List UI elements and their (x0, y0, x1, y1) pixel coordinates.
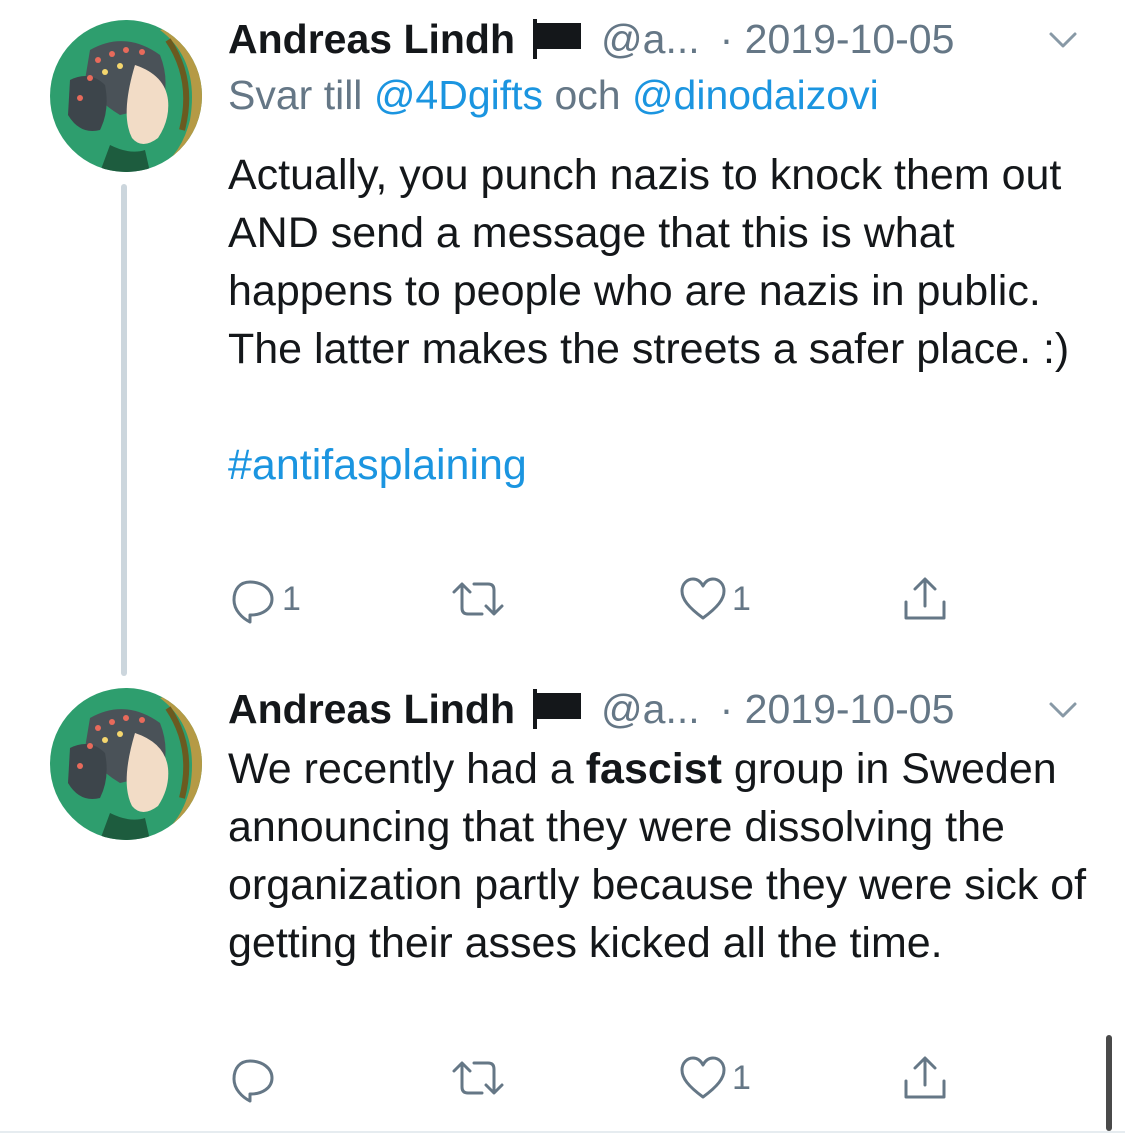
like-icon (680, 577, 726, 620)
hashtag-link[interactable]: #antifasplaining (228, 436, 1088, 494)
mention-link[interactable]: @dinodaizovi (632, 72, 879, 118)
tweet-body-start: We recently had a (228, 745, 586, 793)
tweet-date[interactable]: · 2019-10-05 (720, 16, 955, 63)
chevron-down-icon[interactable] (1045, 22, 1081, 58)
share-icon (904, 577, 946, 620)
reply-count: 1 (282, 579, 301, 618)
retweet-button[interactable] (450, 574, 506, 624)
reply-button[interactable] (228, 1053, 278, 1103)
avatar[interactable] (50, 688, 202, 840)
divider (0, 1131, 1125, 1133)
reply-prefix: Svar till (228, 72, 374, 118)
reply-icon (232, 1059, 274, 1103)
retweet-icon (452, 1061, 504, 1095)
author-name[interactable]: Andreas Lindh (228, 16, 515, 63)
author-handle[interactable]: @a... (601, 686, 700, 733)
tweet-header: Andreas Lindh @a... · 2019-10-05 (228, 684, 954, 734)
tweet-1[interactable]: Andreas Lindh @a... · 2019-10-05 Svar ti… (0, 0, 1125, 676)
bold-word: fascist (585, 745, 722, 793)
flag-icon (533, 689, 583, 729)
tweet-text: We recently had a fascist group in Swede… (228, 740, 1088, 972)
like-count: 1 (732, 579, 751, 618)
like-icon (680, 1056, 726, 1099)
thread-line (121, 184, 127, 676)
flag-icon (533, 19, 583, 59)
like-button[interactable]: 1 (678, 1053, 751, 1103)
tweet-2[interactable]: Andreas Lindh @a... · 2019-10-05 We rece… (0, 676, 1125, 1131)
share-icon (904, 1056, 946, 1099)
reply-conjunction: och (543, 72, 632, 118)
retweet-icon (452, 582, 504, 616)
reply-icon (232, 580, 274, 624)
retweet-button[interactable] (450, 1053, 506, 1103)
tweet-actions: 1 (228, 1053, 968, 1103)
tweet-date[interactable]: · 2019-10-05 (720, 686, 955, 733)
like-count: 1 (732, 1058, 751, 1097)
mention-link[interactable]: @4Dgifts (374, 72, 543, 118)
share-button[interactable] (900, 1053, 950, 1103)
reply-button[interactable]: 1 (228, 574, 301, 624)
share-button[interactable] (900, 574, 950, 624)
scrollbar[interactable] (1106, 1035, 1112, 1131)
author-name[interactable]: Andreas Lindh (228, 686, 515, 733)
tweet-actions: 1 1 (228, 574, 968, 624)
chevron-down-icon[interactable] (1045, 692, 1081, 728)
tweet-body: Actually, you punch nazis to knock them … (228, 151, 1070, 373)
like-button[interactable]: 1 (678, 574, 751, 624)
avatar[interactable] (50, 20, 202, 172)
reply-to-line: Svar till @4Dgifts och @dinodaizovi (228, 72, 879, 119)
author-handle[interactable]: @a... (601, 16, 700, 63)
tweet-text: Actually, you punch nazis to knock them … (228, 146, 1088, 494)
tweet-header: Andreas Lindh @a... · 2019-10-05 (228, 14, 954, 64)
